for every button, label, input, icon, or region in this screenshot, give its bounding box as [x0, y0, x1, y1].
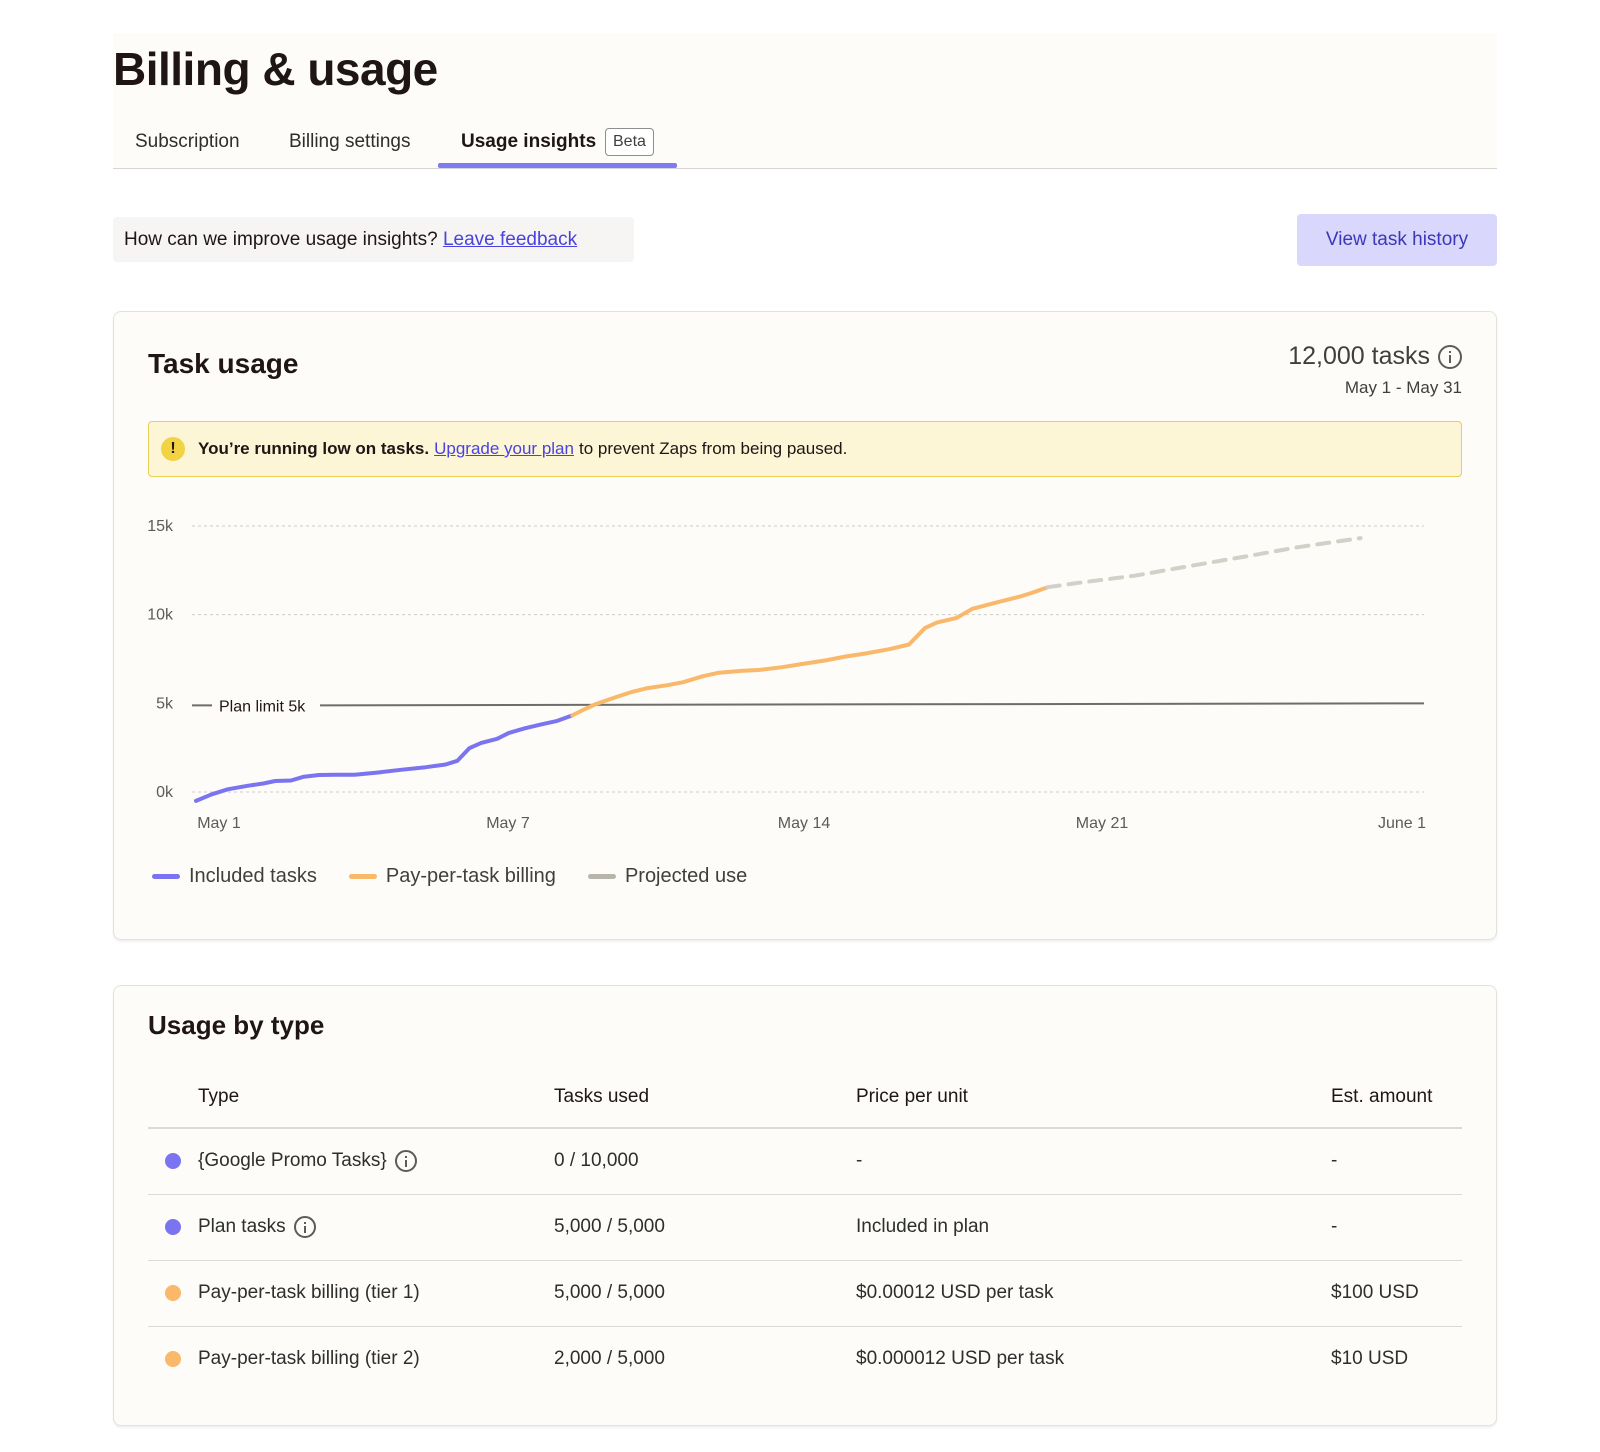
- header-tasks-used: Tasks used: [554, 1066, 856, 1129]
- type-cell: Pay-per-task billing (tier 1): [198, 1260, 554, 1327]
- x-tick-label: May 14: [778, 815, 831, 832]
- type-label: {Google Promo Tasks}: [198, 1150, 387, 1172]
- header-amount: Est. amount: [1331, 1066, 1462, 1129]
- row-dot-cell: [148, 1128, 198, 1195]
- usage-by-type-title: Usage by type: [148, 1010, 325, 1040]
- price-cell: $0.000012 USD per task: [856, 1348, 1065, 1370]
- plan-limit-label: Plan limit 5k: [219, 698, 306, 715]
- tab-subscription[interactable]: Subscription: [135, 131, 240, 153]
- type-cell: Pay-per-task billing (tier 2): [198, 1348, 420, 1370]
- page-title: Billing & usage: [113, 43, 438, 95]
- x-tick-label: May 7: [486, 815, 530, 832]
- usage-table: Type Tasks used Price per unit Est. amou…: [148, 1066, 1462, 1392]
- plan-limit-line: [319, 702, 1425, 707]
- x-tick-label: May 1: [197, 815, 241, 832]
- series-line-0: [194, 713, 575, 803]
- amount-cell: $100 USD: [1331, 1260, 1462, 1327]
- legend-swatch: [587, 874, 616, 879]
- feedback-prompt: How can we improve usage insights?: [124, 229, 438, 250]
- feedback-banner: How can we improve usage insights? Leave…: [113, 217, 634, 262]
- tab-usage-insights[interactable]: Usage insights: [461, 131, 596, 153]
- x-tick-label: June 1: [1378, 815, 1426, 832]
- y-tick-label: 15k: [147, 518, 174, 535]
- type-dot: [165, 1351, 181, 1368]
- legend-item-pay-per-task: Pay-per-task billing: [348, 865, 556, 888]
- header-spacer: [148, 1066, 198, 1129]
- beta-badge: Beta: [605, 128, 654, 156]
- type-cell: Plan tasks: [198, 1194, 554, 1261]
- tasks-used-cell: 0 / 10,000: [554, 1128, 856, 1195]
- chart-legend: Included tasks Pay-per-task billing Proj…: [152, 865, 747, 888]
- legend-item-projected: Projected use: [587, 865, 748, 888]
- tasks-used-cell: 2,000 / 5,000: [554, 1348, 665, 1370]
- usage-by-type-card: Usage by type Type Tasks used Price per …: [113, 985, 1497, 1426]
- legend-label: Pay-per-task billing: [385, 865, 556, 887]
- type-dot: [165, 1218, 181, 1235]
- y-tick-label: 5k: [156, 695, 174, 712]
- row-dot-cell: [148, 1326, 198, 1392]
- y-tick-label: 10k: [147, 607, 174, 624]
- legend-label: Included tasks: [189, 865, 317, 887]
- price-cell: Included in plan: [856, 1194, 1331, 1261]
- legend-swatch: [152, 874, 180, 879]
- row-dot-cell: [148, 1260, 198, 1327]
- legend-label: Projected use: [624, 865, 748, 887]
- amount-cell: -: [1331, 1128, 1462, 1195]
- legend-item-included: Included tasks: [152, 865, 317, 888]
- tab-billing-settings[interactable]: Billing settings: [289, 131, 410, 153]
- row-dot-cell: [148, 1194, 198, 1261]
- view-task-history-button[interactable]: View task history: [1297, 214, 1497, 266]
- task-usage-card: Task usage 12,000 tasks May 1 - May 31 !…: [113, 311, 1497, 940]
- task-usage-chart: 0k 5k 10k 15k May 1 May 7 May 14 May 21 June 1 Pl…: [147, 518, 1426, 832]
- leave-feedback-link[interactable]: Leave feedback: [443, 229, 577, 250]
- amount-cell: $10 USD: [1331, 1348, 1409, 1370]
- y-tick-label: 0k: [156, 784, 174, 801]
- type-dot: [165, 1153, 181, 1170]
- table-row: {Google Promo Tasks} 0 / 10,000 - -: [148, 1128, 1462, 1195]
- table-row: Pay-per-task billing (tier 2) 2,000 / 5,…: [148, 1326, 1462, 1392]
- info-icon[interactable]: [394, 1150, 417, 1173]
- tasks-used-cell: 5,000 / 5,000: [554, 1260, 856, 1327]
- table-row: Plan tasks 5,000 / 5,000 Included in pla…: [148, 1194, 1462, 1261]
- type-dot: [165, 1284, 181, 1301]
- header-type: Type: [198, 1066, 554, 1129]
- price-cell: $0.00012 USD per task: [856, 1260, 1331, 1327]
- amount-cell: -: [1331, 1194, 1462, 1261]
- series-line-1: [570, 585, 1050, 718]
- table-header-row: Type Tasks used Price per unit Est. amou…: [148, 1066, 1462, 1129]
- legend-swatch: [348, 874, 377, 879]
- tasks-used-cell: 5,000 / 5,000: [554, 1194, 856, 1261]
- info-icon[interactable]: [293, 1216, 316, 1238]
- type-cell: {Google Promo Tasks}: [198, 1128, 554, 1195]
- active-tab-indicator: [438, 163, 677, 168]
- x-tick-label: May 21: [1076, 815, 1129, 832]
- price-cell: -: [856, 1128, 1331, 1195]
- series-line-2: [1045, 536, 1363, 590]
- type-label: Plan tasks: [198, 1216, 286, 1237]
- table-row: Pay-per-task billing (tier 1) 5,000 / 5,…: [148, 1260, 1462, 1327]
- header-price: Price per unit: [856, 1066, 1331, 1129]
